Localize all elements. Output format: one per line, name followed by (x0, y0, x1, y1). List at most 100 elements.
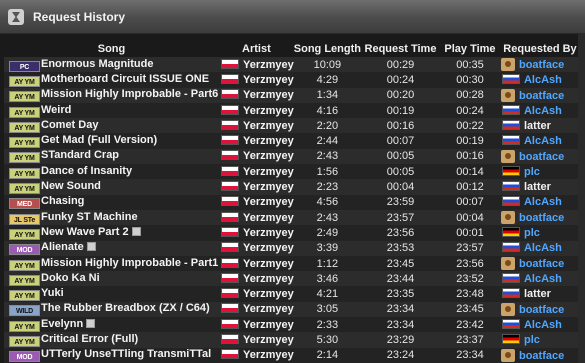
requester-name[interactable]: latter (524, 120, 551, 132)
artist-name[interactable]: Yerzmyey (243, 74, 294, 86)
song-length: 3:05 (293, 301, 361, 318)
artist-name[interactable]: Yerzmyey (243, 181, 294, 193)
requester-name[interactable]: plc (524, 166, 540, 178)
artist-name[interactable]: Yerzmyey (243, 349, 294, 361)
requested-by-cell: AlcAsh (499, 102, 580, 119)
song-cell: AY YM Critical Error (Full) (4, 332, 219, 348)
song-title[interactable]: Funky ST Machine (41, 211, 138, 223)
song-title[interactable]: Motherboard Circuit ISSUE ONE (41, 73, 209, 85)
requester-name[interactable]: AlcAsh (524, 196, 562, 208)
download-icon[interactable] (86, 318, 96, 328)
poland-flag-icon (221, 104, 239, 115)
song-title[interactable]: STandard Crap (41, 149, 119, 161)
artist-name[interactable]: Yerzmyey (243, 258, 294, 270)
song-title[interactable]: New Wave Part 2 (41, 226, 129, 238)
poland-flag-icon (221, 58, 239, 69)
song-length: 1:56 (293, 164, 361, 180)
requester-name[interactable]: boatface (519, 59, 564, 71)
requester-name[interactable]: AlcAsh (524, 242, 562, 254)
artist-name[interactable]: Yerzmyey (243, 319, 294, 331)
song-title[interactable]: The Rubber Breadbox (ZX / C64) (41, 302, 210, 314)
artist-name[interactable]: Yerzmyey (243, 227, 294, 239)
song-title[interactable]: Enormous Magnitude (41, 58, 153, 70)
song-title[interactable]: UTTerly UnseTTling TransmiTTal (41, 348, 211, 360)
song-length: 4:21 (293, 286, 361, 302)
artist-name[interactable]: Yerzmyey (243, 89, 294, 101)
play-time: 23:42 (439, 317, 500, 333)
song-title[interactable]: Doko Ka Ni (41, 272, 100, 284)
artist-name[interactable]: Yerzmyey (243, 150, 294, 162)
artist-name[interactable]: Yerzmyey (243, 59, 294, 71)
requester-name[interactable]: plc (524, 227, 540, 239)
table-row: AY YM Dance of Insanity Yerzmyey 1:56 00:05 0… (4, 164, 580, 180)
requester-name[interactable]: AlcAsh (524, 74, 562, 86)
artist-name[interactable]: Yerzmyey (243, 303, 294, 315)
requester-name[interactable]: plc (524, 334, 540, 346)
col-request-time[interactable]: Request Time (361, 40, 440, 57)
download-icon[interactable] (86, 242, 96, 252)
song-title[interactable]: Dance of Insanity (41, 165, 132, 177)
song-title[interactable]: Yuki (41, 287, 64, 299)
artist-name[interactable]: Yerzmyey (243, 242, 294, 254)
artist-name[interactable]: Yerzmyey (243, 105, 294, 117)
col-requested-by[interactable]: Requested By (500, 40, 580, 57)
requester-name[interactable]: AlcAsh (524, 135, 562, 147)
artist-name[interactable]: Yerzmyey (243, 120, 294, 132)
song-title[interactable]: Mission Highly Improbable - Part1 (41, 257, 218, 269)
artist-name[interactable]: Yerzmyey (243, 196, 294, 208)
requester-name[interactable]: latter (524, 181, 551, 193)
artist-name[interactable]: Yerzmyey (243, 273, 294, 285)
col-artist[interactable]: Artist (219, 40, 294, 57)
col-song[interactable]: Song (4, 40, 219, 57)
download-icon[interactable] (131, 226, 141, 236)
russia-flag-icon (501, 272, 520, 283)
song-length: 2:23 (293, 179, 361, 195)
format-icon: AY YM (9, 137, 40, 149)
table-row: MOD UTTerly UnseTTling TransmiTTal Yerzmye… (4, 347, 580, 363)
col-song-length[interactable]: Song Length (294, 40, 361, 57)
song-title[interactable]: Get Mad (Full Version) (41, 134, 157, 146)
artist-name[interactable]: Yerzmyey (243, 288, 294, 300)
format-icon: AY YM (9, 228, 40, 240)
russia-flag-icon (501, 181, 520, 192)
requester-name[interactable]: latter (524, 288, 551, 300)
scrollbar[interactable] (578, 33, 585, 363)
request-time: 00:04 (360, 179, 440, 195)
table-row: AY YM New Sound Yerzmyey 2:23 00:04 00:12 latt… (4, 179, 580, 195)
artist-name[interactable]: Yerzmyey (243, 334, 294, 346)
requester-name[interactable]: boatface (519, 304, 564, 316)
song-title[interactable]: Evelynn (41, 318, 83, 330)
col-play-time[interactable]: Play Time (440, 40, 500, 57)
song-cell: AY YM STandard Crap (4, 148, 219, 165)
requester-name[interactable]: boatface (519, 212, 564, 224)
requester-name[interactable]: AlcAsh (524, 105, 562, 117)
song-cell: AY YM New Wave Part 2 (4, 225, 219, 241)
song-title[interactable]: Alienate (41, 241, 84, 253)
requested-by-cell: latter (499, 179, 580, 195)
song-title[interactable]: New Sound (41, 180, 101, 192)
format-icon: JL STe (9, 213, 40, 225)
artist-name[interactable]: Yerzmyey (243, 166, 294, 178)
requester-name[interactable]: boatface (519, 90, 564, 102)
song-title[interactable]: Chasing (41, 195, 84, 207)
artist-cell: Yerzmyey (219, 179, 294, 195)
artist-name[interactable]: Yerzmyey (243, 135, 294, 147)
format-icon: AY YM (9, 274, 40, 286)
song-title[interactable]: Mission Highly Improbable - Part6 (41, 88, 218, 100)
user-avatar-icon (500, 88, 515, 102)
requester-name[interactable]: boatface (519, 151, 564, 163)
song-title[interactable]: Critical Error (Full) (41, 333, 138, 345)
song-cell: MOD UTTerly UnseTTling TransmiTTal (4, 347, 219, 363)
song-title[interactable]: Weird (41, 104, 71, 116)
requester-name[interactable]: AlcAsh (524, 319, 562, 331)
table-row: AY YM Comet Day Yerzmyey 2:20 00:16 00:22 latt… (4, 118, 580, 134)
requester-name[interactable]: boatface (519, 350, 564, 362)
play-time: 23:45 (439, 301, 500, 318)
requester-name[interactable]: AlcAsh (524, 273, 562, 285)
song-length: 2:49 (293, 225, 361, 241)
song-title[interactable]: Comet Day (41, 119, 98, 131)
song-length: 4:29 (293, 72, 361, 88)
artist-name[interactable]: Yerzmyey (243, 212, 294, 224)
russia-flag-icon (501, 73, 520, 84)
requester-name[interactable]: boatface (519, 258, 564, 270)
